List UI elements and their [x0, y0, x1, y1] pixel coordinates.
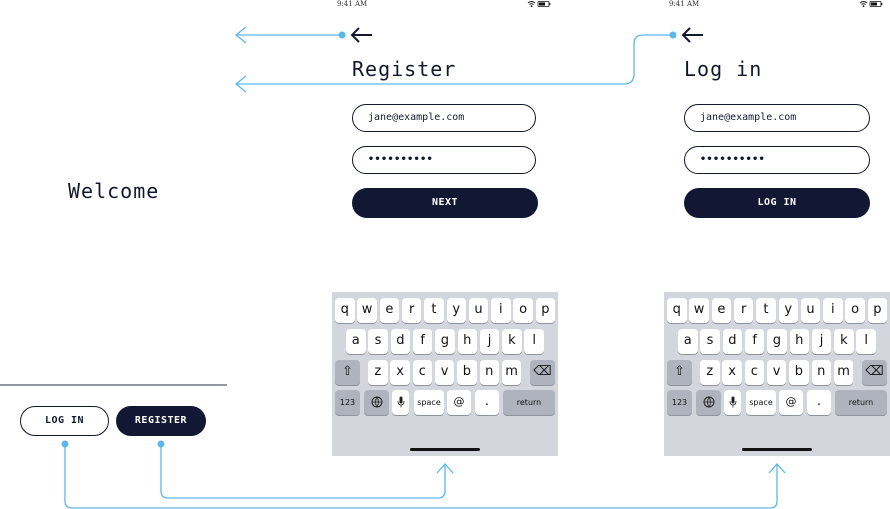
keyboard: qwertyuiop asdfghjkl zxcvbnm ⇧ ⌫ 123 space… [664, 292, 890, 456]
shift-key[interactable]: ⇧ [667, 360, 692, 385]
status-time: 9:41 AM [337, 0, 368, 8]
register-button[interactable]: REGISTER [116, 406, 206, 436]
globe-icon[interactable] [696, 390, 721, 415]
register-back-dot [338, 31, 346, 39]
key-q[interactable]: q [335, 298, 355, 323]
key-w[interactable]: w [357, 298, 377, 323]
key-t[interactable]: t [424, 298, 444, 323]
delete-key[interactable]: ⌫ [530, 360, 555, 385]
keyboard: qwertyuiop asdfghjkl zxcvbnm ⇧ ⌫ 123 space… [332, 292, 558, 456]
login-button-dot [61, 440, 69, 448]
key-p[interactable]: p [867, 298, 888, 323]
login-submit-button[interactable]: LOG IN [684, 188, 870, 218]
register-password-field[interactable]: •••••••••• [352, 146, 536, 174]
next-button[interactable]: NEXT [352, 188, 538, 218]
register-title: Register [352, 57, 457, 81]
key-p[interactable]: p [535, 298, 556, 323]
key-t[interactable]: t [756, 298, 776, 323]
wifi-icon [859, 1, 868, 5]
key-g[interactable]: g [767, 329, 787, 354]
home-indicator [410, 448, 480, 451]
key-e[interactable]: e [379, 298, 400, 323]
key-k[interactable]: k [834, 329, 854, 354]
key-n[interactable]: n [811, 360, 831, 385]
key-y[interactable]: y [778, 298, 798, 323]
key-o[interactable]: o [513, 298, 533, 323]
arrow-left-icon[interactable] [681, 27, 705, 43]
login-title: Log in [684, 57, 763, 81]
key-u[interactable]: u [468, 298, 489, 323]
login-password-field[interactable]: •••••••••• [684, 146, 870, 174]
key-d[interactable]: d [390, 329, 411, 354]
key-k[interactable]: k [502, 329, 522, 354]
status-icons [859, 1, 883, 8]
dot-key[interactable]: . [807, 390, 831, 415]
key-j[interactable]: j [479, 329, 500, 354]
key-l[interactable]: l [856, 329, 876, 354]
key-h[interactable]: h [789, 329, 809, 354]
key-m[interactable]: m [833, 360, 854, 385]
key-x[interactable]: x [722, 360, 742, 385]
key-x[interactable]: x [390, 360, 410, 385]
key-e[interactable]: e [711, 298, 732, 323]
microphone-icon[interactable] [392, 390, 409, 415]
login-back-dot [669, 31, 677, 39]
space-key[interactable]: space [414, 390, 444, 415]
key-a[interactable]: a [346, 329, 366, 354]
key-n[interactable]: n [479, 360, 499, 385]
microphone-icon[interactable] [724, 390, 741, 415]
key-b[interactable]: b [789, 360, 809, 385]
login-button[interactable]: LOG IN [20, 406, 109, 436]
key-i[interactable]: i [823, 298, 843, 323]
key-r[interactable]: r [401, 298, 422, 323]
key-c[interactable]: c [744, 360, 765, 385]
welcome-title: Welcome [68, 179, 160, 203]
numbers-key[interactable]: 123 [667, 390, 692, 415]
home-indicator [742, 448, 812, 451]
key-m[interactable]: m [501, 360, 522, 385]
at-key[interactable]: @ [447, 390, 471, 415]
key-v[interactable]: v [434, 360, 455, 385]
key-s[interactable]: s [368, 329, 388, 354]
key-s[interactable]: s [700, 329, 720, 354]
key-u[interactable]: u [800, 298, 821, 323]
key-b[interactable]: b [457, 360, 477, 385]
arrow-left-icon[interactable] [350, 27, 374, 43]
key-z[interactable]: z [368, 360, 388, 385]
globe-icon[interactable] [364, 390, 389, 415]
key-h[interactable]: h [457, 329, 477, 354]
key-g[interactable]: g [435, 329, 455, 354]
space-key[interactable]: space [746, 390, 776, 415]
register-button-dot [157, 440, 165, 448]
key-c[interactable]: c [412, 360, 433, 385]
status-time: 9:41 AM [669, 0, 700, 8]
delete-key[interactable]: ⌫ [862, 360, 887, 385]
key-l[interactable]: l [524, 329, 544, 354]
key-q[interactable]: q [667, 298, 687, 323]
return-key[interactable]: return [835, 390, 887, 415]
return-key[interactable]: return [503, 390, 555, 415]
key-z[interactable]: z [700, 360, 720, 385]
status-icons [527, 1, 551, 8]
at-key[interactable]: @ [779, 390, 803, 415]
key-a[interactable]: a [678, 329, 698, 354]
key-i[interactable]: i [491, 298, 511, 323]
key-v[interactable]: v [766, 360, 787, 385]
login-email-field[interactable]: jane@example.com [684, 104, 870, 132]
dot-key[interactable]: . [475, 390, 499, 415]
key-f[interactable]: f [412, 329, 433, 354]
shift-key[interactable]: ⇧ [335, 360, 360, 385]
numbers-key[interactable]: 123 [335, 390, 360, 415]
key-f[interactable]: f [744, 329, 765, 354]
key-j[interactable]: j [811, 329, 832, 354]
wifi-icon [527, 1, 536, 5]
register-email-field[interactable]: jane@example.com [352, 104, 536, 132]
key-y[interactable]: y [446, 298, 466, 323]
key-o[interactable]: o [845, 298, 865, 323]
key-w[interactable]: w [689, 298, 709, 323]
key-d[interactable]: d [722, 329, 743, 354]
key-r[interactable]: r [733, 298, 754, 323]
